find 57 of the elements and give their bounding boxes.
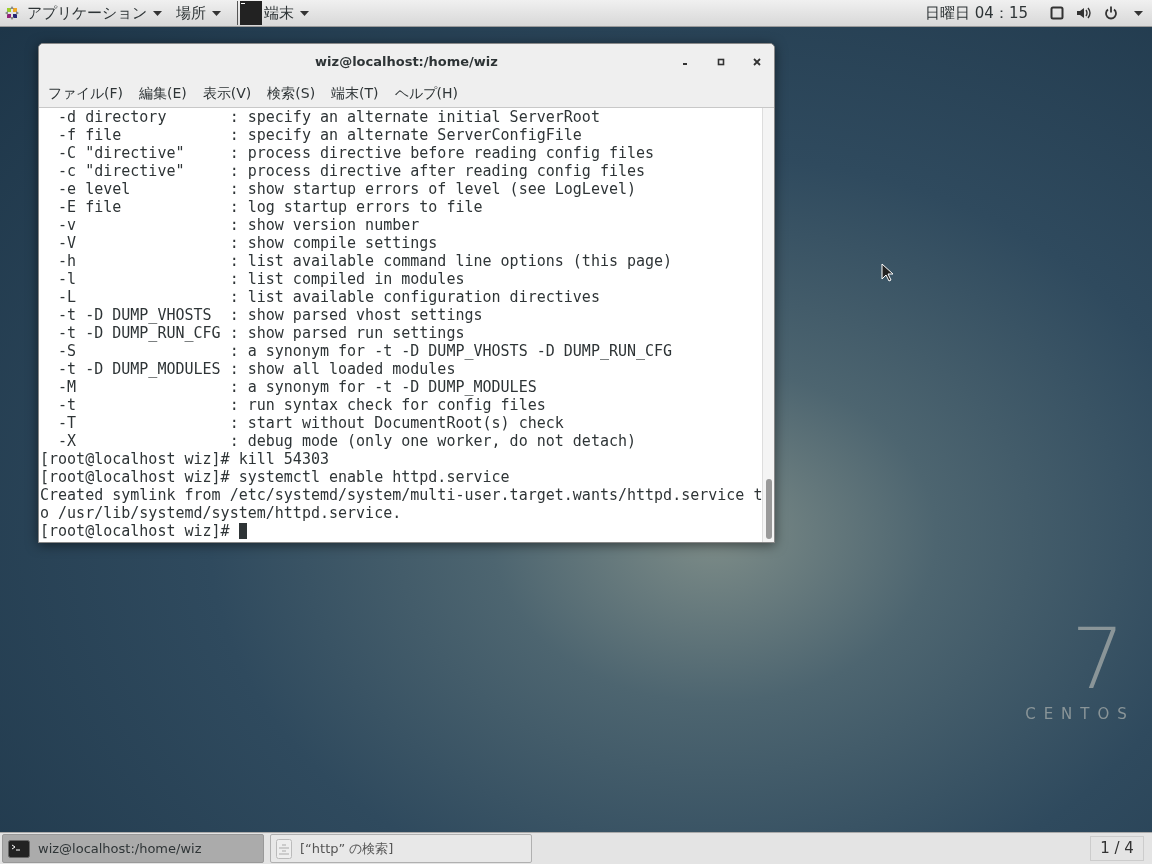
text-cursor [238, 523, 247, 539]
menu-item[interactable]: 表示(V) [202, 82, 252, 104]
terminal-line: -f file : specify an alternate ServerConfigFile [57, 126, 582, 144]
terminal-app-menu[interactable]: 端末 [240, 1, 309, 25]
terminal-line: -t -D DUMP_RUN_CFG : show parsed run settings [57, 324, 465, 342]
terminal-line: o /usr/lib/systemd/system/httpd.service. [40, 504, 402, 522]
maximize-icon[interactable] [716, 56, 726, 67]
terminal-line: -t -D DUMP_MODULES : show all loaded modules [57, 360, 456, 378]
terminal-line: -C "directive" : process directive before reading config files [57, 144, 655, 162]
terminal-line: -c "directive" : process directive after reading config files [57, 162, 646, 180]
clock[interactable]: 日曜日 04：15 [925, 1, 1028, 25]
terminal-line: -M : a synonym for -t -D DUMP_MODULES [57, 378, 537, 396]
terminal-line: -l : list compiled in modules [57, 270, 465, 288]
terminal-line: -X : debug mode (only one worker, do not detach) [57, 432, 637, 450]
menu-item[interactable]: 検索(S) [267, 82, 316, 104]
terminal-line: [root@localhost wiz]# systemctl enable httpd.service [40, 468, 510, 486]
workspace-indicator[interactable]: 1 / 4 [1090, 836, 1144, 861]
menu-item[interactable]: 端末(T) [331, 82, 379, 104]
taskbar-item[interactable]: wiz@localhost:/home/wiz [2, 834, 264, 863]
terminal-icon [240, 1, 262, 25]
menu-item[interactable]: ヘルプ(H) [394, 82, 459, 104]
file-cabinet-icon [276, 838, 292, 859]
logo-name: CENTOS [1025, 704, 1135, 725]
caret-icon [212, 10, 221, 16]
terminal-line: -h : list available command line options (this page) [57, 252, 673, 270]
terminal-line: -L : list available configuration directives [57, 288, 600, 306]
window-title: wiz@localhost:/home/wiz [315, 52, 498, 71]
terminal-line: -t -D DUMP_VHOSTS : show parsed vhost settings [57, 306, 483, 324]
terminal-icon [8, 839, 30, 858]
terminal-line: -d directory : specify an alternate initial ServerRoot [57, 108, 600, 126]
close-icon[interactable] [752, 56, 762, 67]
logo-number: 7 [1071, 617, 1125, 701]
volume-icon[interactable] [1076, 6, 1092, 20]
applications-menu[interactable]: アプリケーション [27, 1, 162, 25]
mouse-pointer-icon [881, 263, 893, 282]
terminal-prompt: [root@localhost wiz]# [40, 522, 231, 540]
caret-icon [300, 10, 309, 16]
taskbar-item[interactable]: [“http” の検索] [270, 834, 532, 863]
terminal-line: -e level : show startup errors of level (see LogLevel) [57, 180, 637, 198]
window-icon[interactable] [1050, 6, 1064, 20]
terminal-line: -E file : log startup errors to file [57, 198, 483, 216]
terminal-line: -T : start without DocumentRoot(s) check [57, 414, 564, 432]
menu-item[interactable]: 編集(E) [139, 82, 187, 104]
menu-item[interactable]: ファイル(F) [48, 82, 123, 104]
terminal-line: -v : show version number [57, 216, 420, 234]
terminal-line: -t : run syntax check for config files [57, 396, 546, 414]
power-icon[interactable] [1104, 6, 1118, 20]
caret-icon [153, 10, 162, 16]
app-logo-icon [5, 6, 19, 20]
scrollbar-thumb[interactable] [765, 479, 772, 539]
terminal-line: Created symlink from /etc/systemd/system/multi-user.target.wants/httpd.service t [40, 486, 763, 504]
terminal-line: [root@localhost wiz]# kill 54303 [40, 450, 329, 468]
terminal-line: -S : a synonym for -t -D DUMP_VHOSTS -D DUMP_RUN_CFG [57, 342, 673, 360]
scrollbar[interactable] [762, 108, 774, 542]
terminal-line: -V : show compile settings [57, 234, 438, 252]
caret-icon [1134, 10, 1143, 16]
places-menu[interactable]: 場所 [176, 1, 221, 25]
